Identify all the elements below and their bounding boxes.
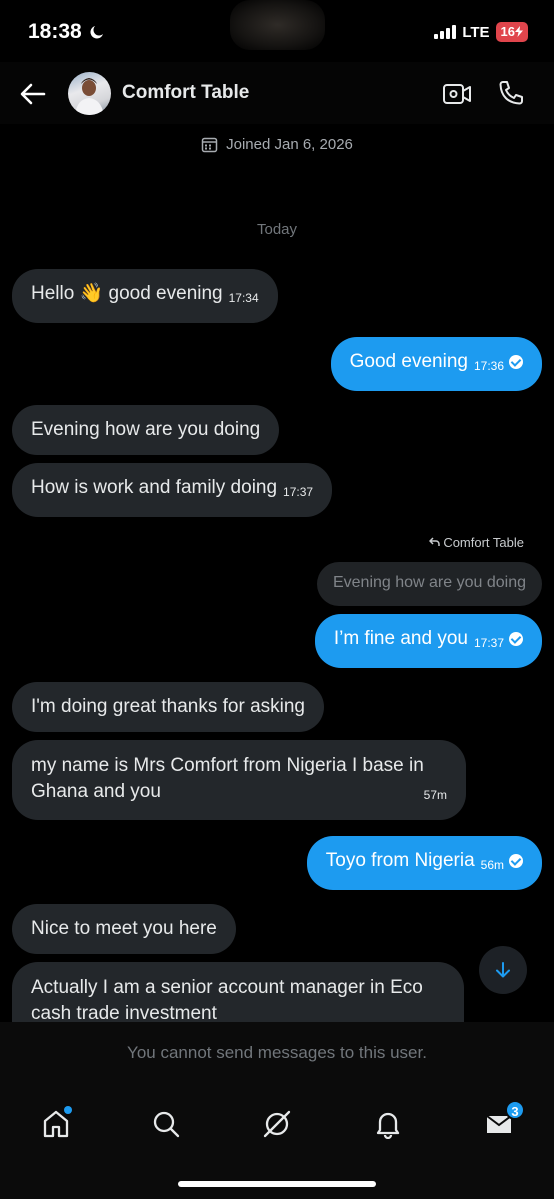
read-check-icon	[509, 355, 523, 369]
message-time: 17:37	[283, 485, 314, 499]
calendar-icon	[201, 137, 218, 153]
arrow-down-icon	[496, 962, 510, 978]
message-text: I’m fine and you	[333, 628, 468, 649]
read-check-icon	[509, 854, 523, 868]
message-bubble[interactable]: Actually I am a senior account manager i…	[12, 962, 464, 1022]
message-text-line: Ghana and you	[31, 781, 161, 802]
message-text: How is work and family doing	[31, 477, 278, 498]
message-time: 17:34	[228, 291, 259, 305]
status-time: 18:38	[28, 20, 106, 44]
nav-grok[interactable]	[257, 1104, 297, 1144]
nav-search[interactable]	[146, 1104, 186, 1144]
message-time: 56m	[480, 858, 504, 872]
notice-text: You cannot send messages to this user.	[127, 1043, 427, 1062]
battery-icon: 16	[495, 22, 528, 42]
joined-text: Joined Jan 6, 2026	[226, 136, 353, 153]
message-text: I'm doing great thanks for asking	[31, 696, 305, 717]
message-time: 57m	[423, 788, 447, 802]
message-bubble[interactable]: Nice to meet you here	[12, 904, 236, 954]
read-check-icon	[509, 632, 523, 646]
message-text: Nice to meet you here	[31, 918, 217, 939]
search-icon	[153, 1111, 180, 1138]
nav-home[interactable]	[36, 1104, 76, 1144]
message-bubble[interactable]: I’m fine and you 17:37	[314, 614, 542, 668]
nav-notifications[interactable]	[368, 1104, 408, 1144]
reply-arrow-icon	[428, 537, 440, 546]
blurred-profile-banner	[230, 0, 325, 50]
message-text: Good evening	[349, 351, 468, 372]
network-label: LTE	[462, 23, 490, 41]
message-bubble[interactable]: Evening how are you doing	[12, 405, 280, 455]
joined-info: Joined Jan 6, 2026	[0, 136, 554, 153]
status-bar: 18:38 LTE 16	[0, 0, 554, 62]
phone-icon[interactable]	[497, 79, 525, 107]
message-text: Toyo from Nigeria	[325, 850, 475, 871]
message-text-line: my name is Mrs Comfort from Nigeria I ba…	[31, 755, 424, 776]
message-bubble[interactable]: Toyo from Nigeria 56m	[306, 836, 542, 890]
video-call-icon[interactable]	[442, 80, 472, 108]
day-separator: Today	[256, 221, 298, 238]
scroll-to-bottom-button[interactable]	[479, 946, 527, 994]
signal-icon	[434, 25, 457, 39]
message-text: Hello 👋 good evening	[31, 283, 223, 304]
back-arrow-icon[interactable]	[18, 80, 48, 108]
message-text-line: Actually I am a senior account manager i…	[31, 977, 423, 998]
composer-disabled-notice: You cannot send messages to this user.	[0, 1022, 554, 1084]
reply-indicator: Comfort Table	[428, 535, 524, 550]
bell-icon	[376, 1112, 400, 1139]
message-bubble[interactable]: my name is Mrs Comfort from Nigeria I ba…	[12, 740, 466, 820]
status-indicators: LTE 16	[434, 22, 528, 42]
reply-author: Comfort Table	[443, 535, 524, 550]
message-bubble[interactable]: Hello 👋 good evening 17:34	[12, 269, 278, 323]
message-time: 17:36	[473, 359, 504, 373]
bottom-nav: 3	[0, 1084, 554, 1199]
message-text-line: cash trade investment	[31, 1003, 217, 1022]
nav-messages[interactable]: 3	[479, 1100, 525, 1144]
message-time: 17:37	[473, 636, 504, 650]
conversation-header: Comfort Table	[0, 62, 554, 124]
message-text: Evening how are you doing	[31, 419, 261, 440]
quoted-message[interactable]: Evening how are you doing	[316, 562, 542, 606]
battery-level: 16	[500, 24, 515, 39]
message-bubble[interactable]: Good evening 17:36	[330, 337, 542, 391]
avatar[interactable]	[68, 72, 111, 115]
notification-dot	[64, 1106, 72, 1114]
contact-name[interactable]: Comfort Table	[122, 82, 249, 104]
message-bubble[interactable]: How is work and family doing 17:37	[12, 463, 333, 517]
unread-badge: 3	[505, 1100, 525, 1120]
home-indicator[interactable]	[178, 1181, 376, 1187]
clock: 18:38	[28, 20, 82, 43]
grok-icon	[263, 1110, 291, 1138]
moon-icon	[90, 26, 103, 39]
message-bubble[interactable]: I'm doing great thanks for asking	[12, 682, 324, 732]
